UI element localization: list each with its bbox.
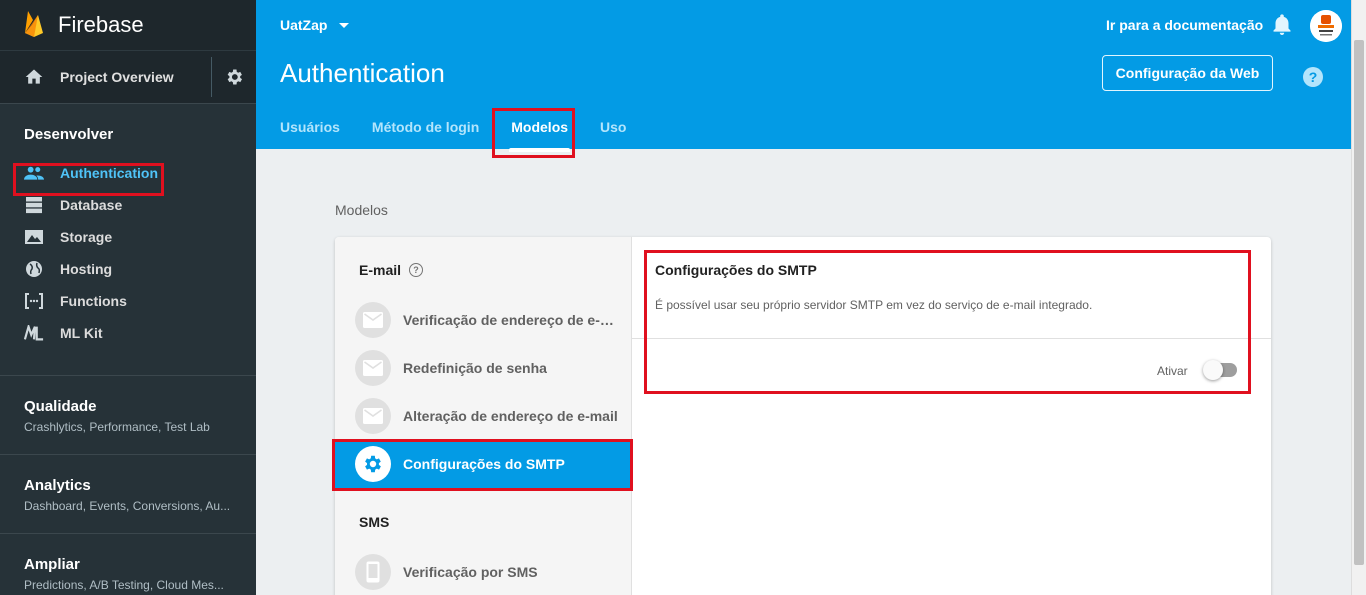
sidebar-item-ml-kit[interactable]: ML Kit <box>0 317 256 349</box>
sidebar-item-database[interactable]: Database <box>0 189 256 221</box>
sidebar-item-label: ML Kit <box>60 325 103 341</box>
template-smtp-settings[interactable]: Configurações do SMTP <box>335 440 632 488</box>
templates-list: E-mail ? Verificação de endereço de e-ma… <box>335 237 632 595</box>
email-category: E-mail ? <box>359 262 424 278</box>
smtp-enable-toggle[interactable] <box>1203 360 1237 380</box>
help-icon[interactable]: ? <box>409 263 424 277</box>
template-label: Verificação por SMS <box>403 564 538 580</box>
project-overview-label: Project Overview <box>60 69 174 85</box>
tab-users[interactable]: Usuários <box>280 119 340 135</box>
brand[interactable]: Firebase <box>0 0 256 50</box>
sms-category: SMS <box>359 514 389 530</box>
bell-icon[interactable] <box>1272 14 1292 41</box>
develop-section-title: Desenvolver <box>24 126 114 143</box>
functions-icon <box>24 291 44 311</box>
sidebar-item-label: Storage <box>60 229 113 245</box>
template-email-verification[interactable]: Verificação de endereço de e-mail <box>335 296 632 344</box>
tab-templates[interactable]: Modelos <box>509 119 570 152</box>
smtp-description: É possível usar seu próprio servidor SMT… <box>655 298 1093 312</box>
section-title: Modelos <box>335 202 388 218</box>
template-label: Verificação de endereço de e-mail <box>403 312 618 328</box>
group-title: Analytics <box>24 477 91 494</box>
sidebar: Firebase Project Overview Desenvolver Au… <box>0 0 256 595</box>
sidebar-item-label: Hosting <box>60 261 113 277</box>
scrollbar[interactable] <box>1351 0 1366 595</box>
develop-nav: Authentication Database Storage Hosting … <box>0 157 256 349</box>
project-name: UatZap <box>280 17 328 33</box>
mail-icon <box>355 398 391 434</box>
sidebar-group-quality[interactable]: Qualidade Crashlytics, Performance, Test… <box>0 375 256 454</box>
divider <box>211 57 212 97</box>
sms-category-label: SMS <box>359 514 390 530</box>
divider <box>632 338 1271 339</box>
sidebar-item-hosting[interactable]: Hosting <box>0 253 256 285</box>
scrollbar-thumb[interactable] <box>1354 40 1364 565</box>
template-password-reset[interactable]: Redefinição de senha <box>335 344 632 392</box>
gear-icon <box>355 446 391 482</box>
template-email-change[interactable]: Alteração de endereço de e-mail <box>335 392 632 440</box>
sidebar-item-storage[interactable]: Storage <box>0 221 256 253</box>
avatar[interactable] <box>1310 10 1342 42</box>
firebase-logo-icon <box>24 9 44 42</box>
group-title: Ampliar <box>24 556 80 573</box>
email-category-label: E-mail <box>359 262 402 278</box>
tab-sign-in-method[interactable]: Método de login <box>372 119 479 135</box>
brand-name: Firebase <box>58 12 144 37</box>
mail-icon <box>355 302 391 338</box>
sidebar-item-functions[interactable]: Functions <box>0 285 256 317</box>
template-label: Alteração de endereço de e-mail <box>403 408 618 424</box>
template-sms-verification[interactable]: Verificação por SMS <box>335 548 632 595</box>
gear-icon[interactable] <box>224 67 244 87</box>
globe-icon <box>24 259 44 279</box>
smtp-title: Configurações do SMTP <box>655 262 817 278</box>
group-subtitle: Crashlytics, Performance, Test Lab <box>24 420 210 434</box>
template-label: Configurações do SMTP <box>403 456 565 472</box>
mlkit-icon <box>24 323 44 343</box>
chevron-down-icon <box>339 22 350 28</box>
templates-card: E-mail ? Verificação de endereço de e-ma… <box>335 237 1271 595</box>
docs-link[interactable]: Ir para a documentação <box>1106 17 1263 33</box>
sidebar-item-label: Database <box>60 197 123 213</box>
database-icon <box>24 195 44 215</box>
tab-bar: Usuários Método de login Modelos Uso <box>280 119 658 152</box>
tab-usage[interactable]: Uso <box>600 119 626 135</box>
sidebar-item-label: Functions <box>60 293 127 309</box>
toggle-knob <box>1203 360 1223 380</box>
sidebar-item-label: Authentication <box>60 165 158 181</box>
template-label: Redefinição de senha <box>403 360 547 376</box>
help-icon[interactable]: ? <box>1303 67 1323 87</box>
sidebar-group-analytics[interactable]: Analytics Dashboard, Events, Conversions… <box>0 454 256 533</box>
web-config-button[interactable]: Configuração da Web <box>1102 55 1273 91</box>
group-title: Qualidade <box>24 398 97 415</box>
group-subtitle: Dashboard, Events, Conversions, Au... <box>24 499 231 513</box>
sidebar-item-authentication[interactable]: Authentication <box>0 157 256 189</box>
home-icon <box>24 67 44 87</box>
project-overview[interactable]: Project Overview <box>0 50 256 104</box>
page-title: Authentication <box>280 58 445 88</box>
sidebar-group-grow[interactable]: Ampliar Predictions, A/B Testing, Cloud … <box>0 533 256 595</box>
mail-icon <box>355 350 391 386</box>
header: UatZap Ir para a documentação Authentica… <box>256 0 1351 152</box>
toggle-label: Ativar <box>1157 364 1188 378</box>
storage-icon <box>24 227 44 247</box>
project-selector[interactable]: UatZap <box>280 17 350 33</box>
phone-icon <box>355 554 391 590</box>
people-icon <box>24 163 44 183</box>
group-subtitle: Predictions, A/B Testing, Cloud Mes... <box>24 578 224 592</box>
